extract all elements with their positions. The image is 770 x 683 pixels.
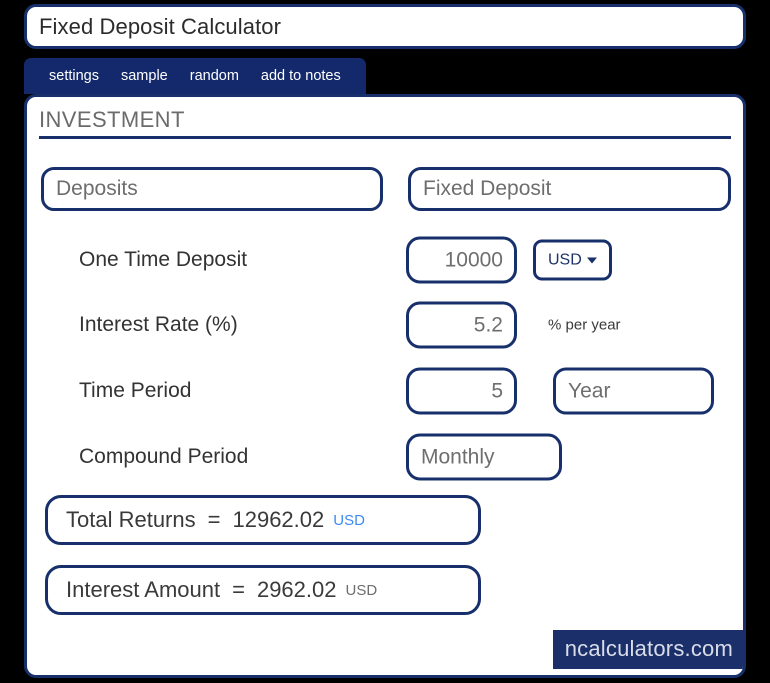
time-period-label: Time Period [79,379,192,402]
brand-badge: ncalculators.com [552,630,743,669]
category-select[interactable]: Deposits [41,167,383,211]
currency-dropdown[interactable]: USD [533,239,612,281]
one-time-deposit-input[interactable]: 10000 [406,236,517,284]
field-row-compound-period: Compound Period Monthly [27,428,743,486]
one-time-deposit-label: One Time Deposit [79,248,248,271]
tab-sample[interactable]: sample [110,58,179,94]
total-returns-label: Total Returns [66,507,196,532]
total-returns-currency: USD [333,511,365,529]
field-row-one-time-deposit: One Time Deposit 10000 USD [27,231,743,289]
total-returns-equals: = [207,507,221,532]
interest-amount-value: 2962.02 [256,577,337,602]
interest-amount-equals: = [232,577,245,602]
calculator-app: Fixed Deposit Calculator settings sample… [0,0,770,683]
section-title: INVESTMENT [39,107,185,132]
result-interest-amount: Interest Amount = 2962.02 USD [45,565,481,615]
section-header: INVESTMENT [39,107,731,139]
field-row-time-period: Time Period 5 Year [27,362,743,420]
total-returns-value: 12962.02 [232,507,325,532]
tab-bar: settings sample random add to notes [24,58,366,94]
compound-period-label: Compound Period [79,445,249,468]
compound-period-select[interactable]: Monthly [406,433,562,481]
main-panel: INVESTMENT Deposits Fixed Deposit One Ti… [24,94,746,678]
result-total-returns: Total Returns = 12962.02 USD [45,495,481,545]
page-title: Fixed Deposit Calculator [39,13,282,39]
product-select[interactable]: Fixed Deposit [408,167,731,211]
interest-rate-unit-note: % per year [548,316,621,334]
interest-amount-currency: USD [345,581,378,599]
tab-settings[interactable]: settings [38,58,110,94]
currency-dropdown-label: USD [548,251,582,268]
tab-random[interactable]: random [179,58,250,94]
time-period-input[interactable]: 5 [406,367,517,415]
title-bar: Fixed Deposit Calculator [24,4,746,49]
field-row-interest-rate: Interest Rate (%) 5.2 % per year [27,296,743,354]
interest-rate-input[interactable]: 5.2 [406,301,517,349]
interest-amount-label: Interest Amount [66,577,221,602]
chevron-down-icon [586,257,597,263]
time-period-unit-select[interactable]: Year [553,367,714,415]
tab-add-to-notes[interactable]: add to notes [250,58,352,94]
interest-rate-label: Interest Rate (%) [79,313,238,336]
